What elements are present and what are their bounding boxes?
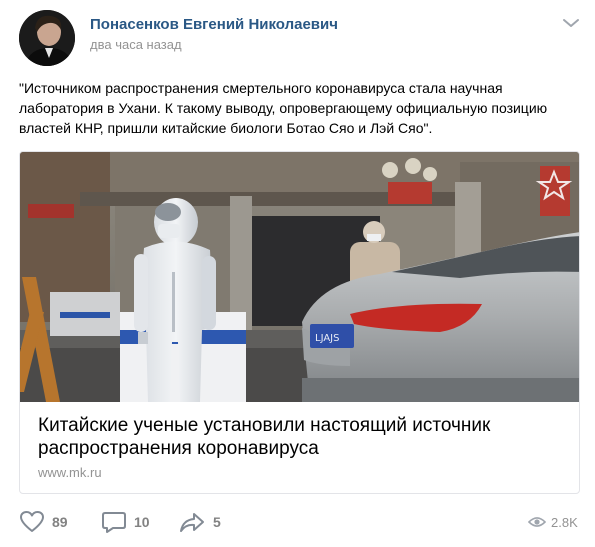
- license-plate: LJAJS: [315, 333, 339, 344]
- share-arrow-icon: [180, 513, 204, 532]
- view-count: 2.8K: [551, 514, 578, 530]
- views-counter: 2.8K: [528, 512, 578, 532]
- comment-button[interactable]: 10: [101, 508, 150, 536]
- author-avatar[interactable]: [19, 10, 75, 66]
- post-text: "Источником распространения смертельного…: [19, 80, 548, 136]
- link-domain: www.mk.ru: [38, 465, 102, 480]
- share-button[interactable]: 5: [178, 508, 221, 536]
- eye-icon: [528, 517, 546, 527]
- attachment-photo: LJAJS: [20, 152, 579, 402]
- author-name[interactable]: Понасенков Евгений Николаевич: [90, 16, 338, 33]
- comment-count: 10: [134, 514, 150, 530]
- like-button[interactable]: 89: [19, 508, 68, 536]
- comment-icon: [102, 512, 126, 533]
- post-time[interactable]: два часа назад: [90, 37, 182, 52]
- wall-post: Понасенков Евгений Николаевич два часа н…: [0, 0, 595, 547]
- chevron-down-icon[interactable]: [561, 16, 581, 30]
- link-title[interactable]: Китайские ученые установили настоящий ис…: [38, 414, 558, 460]
- like-count: 89: [52, 514, 68, 530]
- share-count: 5: [213, 514, 221, 530]
- link-attachment[interactable]: LJAJS Китайские ученые установили настоя…: [19, 151, 580, 494]
- heart-icon: [20, 511, 44, 532]
